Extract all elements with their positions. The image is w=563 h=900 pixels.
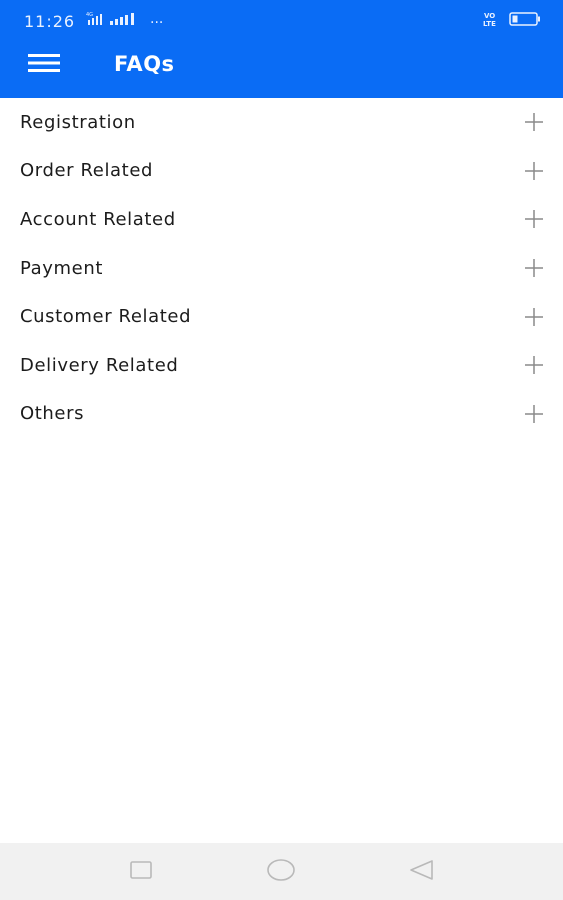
plus-icon[interactable] xyxy=(523,160,545,182)
plus-icon[interactable] xyxy=(523,403,545,425)
back-button[interactable] xyxy=(405,857,437,887)
status-left-icons: 4G ··· xyxy=(86,10,164,31)
faq-item-label: Delivery Related xyxy=(20,354,179,376)
faq-item-label: Account Related xyxy=(20,208,176,230)
status-time: 11:26 xyxy=(24,12,76,31)
faq-item-delivery-related[interactable]: Delivery Related xyxy=(0,341,563,390)
signal-bars-icon xyxy=(110,10,136,29)
faq-item-order-related[interactable]: Order Related xyxy=(0,147,563,196)
svg-text:VO: VO xyxy=(484,12,495,20)
recents-button[interactable] xyxy=(125,857,157,887)
faq-item-label: Order Related xyxy=(20,160,154,182)
menu-button[interactable] xyxy=(24,50,64,80)
plus-icon[interactable] xyxy=(523,306,545,328)
faq-item-others[interactable]: Others xyxy=(0,390,563,439)
faq-category-list: Registration Order Related Account Relat… xyxy=(0,98,563,438)
more-notifications-icon: ··· xyxy=(150,15,164,31)
faq-item-label: Registration xyxy=(20,111,136,133)
faq-item-payment[interactable]: Payment xyxy=(0,244,563,293)
faq-item-label: Others xyxy=(20,403,85,425)
battery-icon xyxy=(509,11,541,30)
plus-icon[interactable] xyxy=(523,208,545,230)
home-button[interactable] xyxy=(265,857,297,887)
faq-item-label: Payment xyxy=(20,257,104,279)
plus-icon[interactable] xyxy=(523,111,545,133)
status-bar: 11:26 4G ··· VO LTE xyxy=(0,0,563,40)
plus-icon[interactable] xyxy=(523,257,545,279)
hamburger-menu-icon xyxy=(28,53,60,77)
status-right-icons: VO LTE xyxy=(483,11,541,29)
toolbar: FAQs xyxy=(0,40,563,98)
recents-square-icon xyxy=(129,860,153,884)
page-title: FAQs xyxy=(114,52,175,76)
svg-text:LTE: LTE xyxy=(483,20,496,27)
faq-screen: 11:26 4G ··· VO LTE FAQs Registration Or… xyxy=(0,0,563,900)
system-navigation-bar xyxy=(0,843,563,900)
faq-item-customer-related[interactable]: Customer Related xyxy=(0,292,563,341)
app-header: 11:26 4G ··· VO LTE FAQs xyxy=(0,0,563,98)
signal-4g-icon: 4G xyxy=(86,10,104,29)
faq-item-label: Customer Related xyxy=(20,306,192,328)
back-triangle-icon xyxy=(408,859,434,885)
faq-item-registration[interactable]: Registration xyxy=(0,98,563,147)
svg-text:4G: 4G xyxy=(86,12,93,18)
faq-item-account-related[interactable]: Account Related xyxy=(0,195,563,244)
volte-icon: VO LTE xyxy=(483,11,503,29)
plus-icon[interactable] xyxy=(523,354,545,376)
home-circle-icon xyxy=(266,858,296,886)
